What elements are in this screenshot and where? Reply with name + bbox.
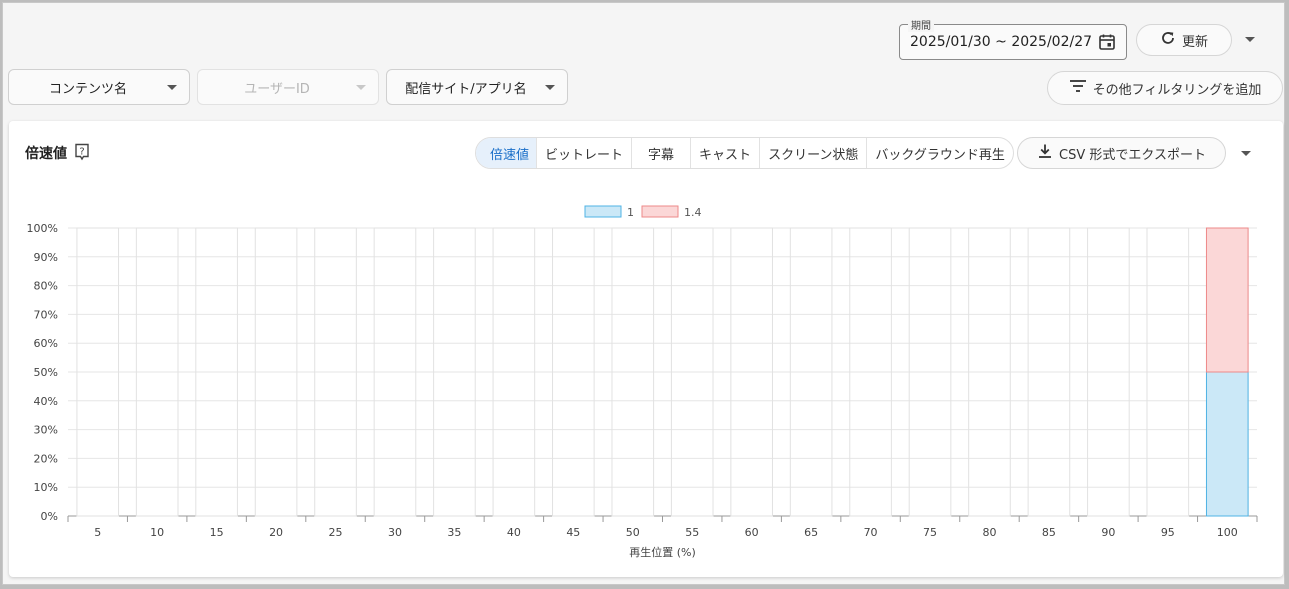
y-tick-label: 40% [34, 395, 58, 408]
tab-background-playback[interactable]: バックグラウンド再生 [866, 138, 1012, 168]
y-tick-label: 10% [34, 481, 58, 494]
y-tick-label: 50% [34, 366, 58, 379]
refresh-menu-chevron-down-icon[interactable] [1245, 37, 1255, 42]
period-value: 2025/01/30 ~ 2025/02/27 [910, 34, 1093, 50]
filter-site-app-label: 配信サイト/アプリ名 [405, 81, 527, 97]
app-frame: 期間 2025/01/30 ~ 2025/02/27 更新 コンテンツ名 ユーザ… [2, 2, 1285, 585]
filter-site-app-select[interactable]: 配信サイト/アプリ名 [386, 69, 568, 105]
x-tick-label: 70 [864, 526, 878, 539]
refresh-icon [1160, 30, 1176, 50]
x-tick-label: 100 [1217, 526, 1238, 539]
legend-label: 1.4 [684, 206, 702, 219]
tab-subtitles[interactable]: 字幕 [631, 138, 690, 168]
x-tick-label: 85 [1042, 526, 1056, 539]
x-tick-label: 15 [210, 526, 224, 539]
add-filter-label: その他フィルタリングを追加 [1092, 82, 1262, 98]
x-tick-label: 55 [685, 526, 699, 539]
export-menu-chevron-down-icon[interactable] [1241, 151, 1251, 156]
svg-text:?: ? [79, 147, 84, 158]
x-tick-label: 80 [982, 526, 996, 539]
tab-cast[interactable]: キャスト [690, 138, 759, 168]
period-field[interactable]: 期間 2025/01/30 ~ 2025/02/27 [899, 17, 1127, 60]
filter-user-id-select: ユーザーID [197, 69, 379, 105]
x-tick-label: 30 [388, 526, 402, 539]
x-tick-label: 45 [566, 526, 580, 539]
x-tick-label: 95 [1161, 526, 1175, 539]
chevron-down-icon [167, 84, 177, 90]
download-icon [1037, 143, 1053, 163]
x-tick-label: 90 [1101, 526, 1115, 539]
y-tick-label: 20% [34, 452, 58, 465]
x-tick-label: 5 [94, 526, 101, 539]
csv-export-button[interactable]: CSV 形式でエクスポート [1017, 137, 1226, 169]
calendar-icon[interactable] [1098, 33, 1116, 55]
tab-speed[interactable]: 倍速値 [476, 138, 537, 168]
add-filter-button[interactable]: その他フィルタリングを追加 [1047, 71, 1283, 105]
x-tick-label: 35 [447, 526, 461, 539]
y-tick-label: 100% [27, 222, 58, 235]
tab-screen-state[interactable]: スクリーン状態 [759, 138, 866, 168]
speed-bar-chart: 0% 10% 20% 30% 40% 50% 60% 70% 80% 90% 100% 5 10 15 20… [27, 205, 1258, 559]
refresh-button[interactable]: 更新 [1136, 24, 1232, 56]
card-title: 倍速値 [25, 146, 67, 162]
x-tick-label: 10 [150, 526, 164, 539]
y-tick-label: 90% [34, 251, 58, 264]
x-tick-label: 65 [804, 526, 818, 539]
help-icon[interactable]: ? [74, 143, 90, 165]
x-tick-label: 75 [923, 526, 937, 539]
y-tick-label: 80% [34, 280, 58, 293]
filter-list-icon [1069, 79, 1087, 97]
x-tick-label: 25 [329, 526, 343, 539]
chevron-down-icon [545, 84, 555, 90]
x-tick-label: 20 [269, 526, 283, 539]
y-tick-label: 30% [34, 424, 58, 437]
filter-user-id-label: ユーザーID [244, 81, 310, 97]
y-tick-label: 60% [34, 337, 58, 350]
refresh-label: 更新 [1181, 34, 1208, 50]
legend-label: 1 [627, 206, 634, 219]
csv-export-label: CSV 形式でエクスポート [1059, 147, 1206, 163]
x-tick-label: 40 [507, 526, 521, 539]
bar-series-1 [1205, 227, 1249, 373]
tab-bitrate[interactable]: ビットレート [536, 138, 631, 168]
filter-content-name-label: コンテンツ名 [48, 81, 127, 97]
y-tick-label: 0% [41, 510, 58, 523]
legend-swatch-1 [641, 205, 679, 218]
filter-content-name-select[interactable]: コンテンツ名 [8, 69, 190, 105]
x-tick-label: 60 [745, 526, 759, 539]
bar-series-0 [1205, 371, 1249, 517]
chevron-down-icon [356, 84, 366, 90]
speed-chart-card: 倍速値 ? 倍速値 ビットレート 字幕 キャスト スクリーン状態 バックグラウン… [9, 121, 1283, 577]
legend-swatch-0 [584, 205, 622, 218]
metric-tabs: 倍速値 ビットレート 字幕 キャスト スクリーン状態 バックグラウンド再生 [475, 137, 1014, 169]
y-tick-label: 70% [34, 308, 58, 321]
period-label: 期間 [908, 17, 934, 32]
x-axis-title: 再生位置 (%) [629, 545, 696, 559]
x-tick-label: 50 [626, 526, 640, 539]
